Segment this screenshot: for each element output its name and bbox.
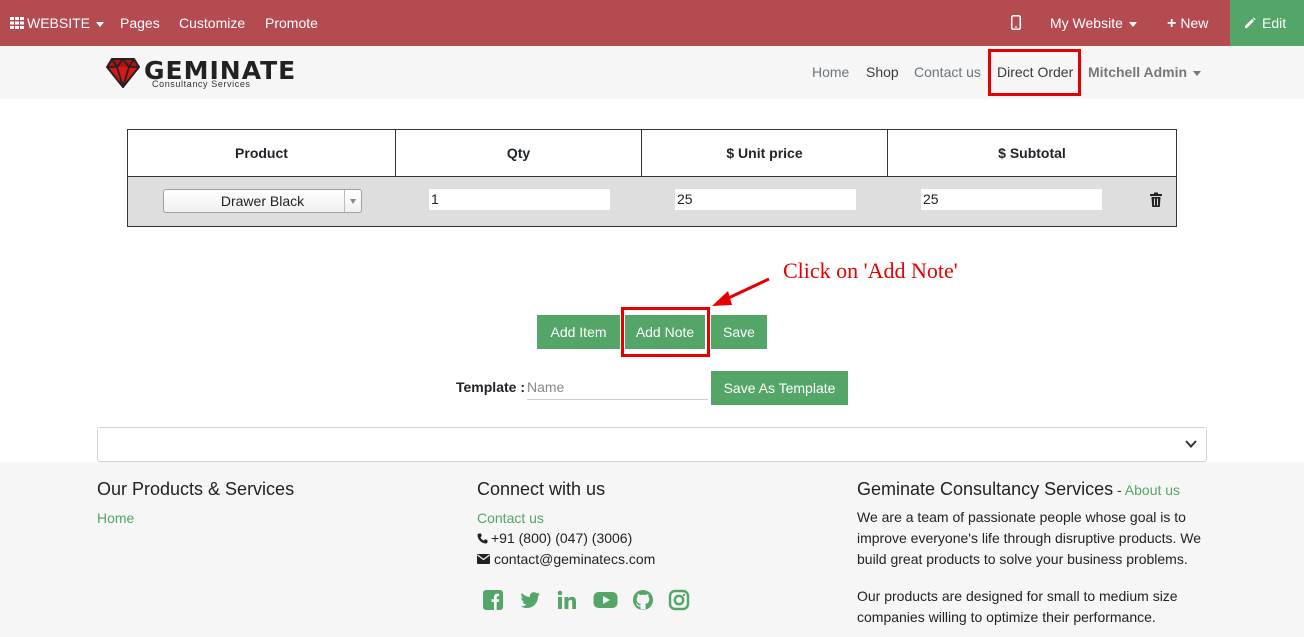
my-website-label: My Website [1050,15,1123,31]
phone-icon [477,533,488,544]
header-product: Product [128,130,396,177]
footer-email-text: contact@geminatecs.com [494,551,656,567]
mobile-preview-button[interactable] [1011,0,1021,46]
user-name: Mitchell Admin [1088,64,1188,80]
instagram-icon[interactable] [668,589,690,611]
website-navbar: GEMINATE Consultancy Services Home Shop … [0,46,1304,99]
footer-company-heading: Geminate Consultancy Services - About us [857,479,1180,500]
header-unit-price: $ Unit price [642,130,888,177]
highlight-add-note [621,307,710,357]
annotation-arrow-icon [712,277,770,306]
user-menu[interactable]: Mitchell Admin [1088,46,1202,99]
footer-products-heading: Our Products & Services [97,479,295,499]
promote-menu[interactable]: Promote [265,0,318,46]
footer-company-name: Geminate Consultancy Services [857,479,1114,499]
plus-icon: + [1167,15,1177,32]
template-select[interactable] [97,427,1207,462]
website-menu-label: WEBSITE [27,15,91,31]
footer-phone: +91 (800) (047) (3006) [477,528,632,549]
dropdown-arrow-icon [344,190,361,212]
footer-connect-heading: Connect with us [477,479,606,499]
nav-home[interactable]: Home [812,46,849,99]
new-label: New [1180,15,1209,31]
diamond-logo-icon [106,58,140,88]
table-row: Drawer Black 1 25 25 [128,177,1176,226]
header-subtotal: $ Subtotal [888,130,1176,177]
footer: Our Products & Services Home Connect wit… [0,462,1304,637]
footer-email: contact@geminatecs.com [477,549,655,570]
new-button[interactable]: + New [1167,0,1208,46]
caret-down-icon [96,21,105,27]
header-qty: Qty [396,130,642,177]
my-website-menu[interactable]: My Website [1050,0,1137,46]
logo-subtitle: Consultancy Services [152,79,251,89]
facebook-icon[interactable] [482,589,504,611]
footer-about-para2: Our products are designed for small to m… [857,588,1178,625]
product-select-value: Drawer Black [220,193,305,209]
caret-down-icon [1128,21,1137,27]
footer-heading-separator: - [1113,482,1125,498]
footer-contact-link[interactable]: Contact us [477,510,544,526]
edit-label: Edit [1262,15,1287,31]
mobile-phone-icon [1011,15,1021,30]
qty-input[interactable]: 1 [428,188,611,211]
pages-menu[interactable]: Pages [120,0,160,46]
nav-shop[interactable]: Shop [866,46,899,99]
footer-phone-text: +91 (800) (047) (3006) [491,530,633,546]
customize-menu[interactable]: Customize [179,0,245,46]
subtotal-input[interactable]: 25 [920,188,1103,211]
apps-grid-icon [10,17,24,29]
annotation-text: Click on 'Add Note' [783,258,958,283]
highlight-direct-order [988,49,1081,96]
footer-about-para1: We are a team of passionate people whose… [857,509,1202,567]
footer-home-link[interactable]: Home [97,510,134,526]
save-as-template-button[interactable]: Save As Template [711,371,848,405]
unit-price-input[interactable]: 25 [674,188,857,211]
trash-icon[interactable] [1149,192,1163,208]
youtube-icon[interactable] [593,589,618,611]
add-item-button[interactable]: Add Item [537,315,620,349]
twitter-icon[interactable] [519,589,541,611]
edit-button[interactable]: Edit [1230,0,1304,46]
chevron-down-icon [1185,440,1197,448]
order-table: Product Qty $ Unit price $ Subtotal Draw… [127,129,1177,227]
template-name-input[interactable]: Name [527,375,708,400]
caret-down-icon [1193,70,1202,76]
template-label: Template : [456,379,525,395]
geminate-logo[interactable]: GEMINATE Consultancy Services [106,56,295,90]
github-icon[interactable] [632,589,654,611]
product-select[interactable]: Drawer Black [163,189,362,213]
linkedin-icon[interactable] [556,589,578,611]
footer-about-link[interactable]: About us [1125,482,1180,498]
save-button[interactable]: Save [711,315,767,349]
envelope-icon [477,554,490,564]
admin-topbar: WEBSITE Pages Customize Promote My Websi… [0,0,1304,46]
pencil-icon [1245,17,1256,28]
website-menu[interactable]: WEBSITE [10,0,105,46]
nav-contact[interactable]: Contact us [914,46,981,99]
